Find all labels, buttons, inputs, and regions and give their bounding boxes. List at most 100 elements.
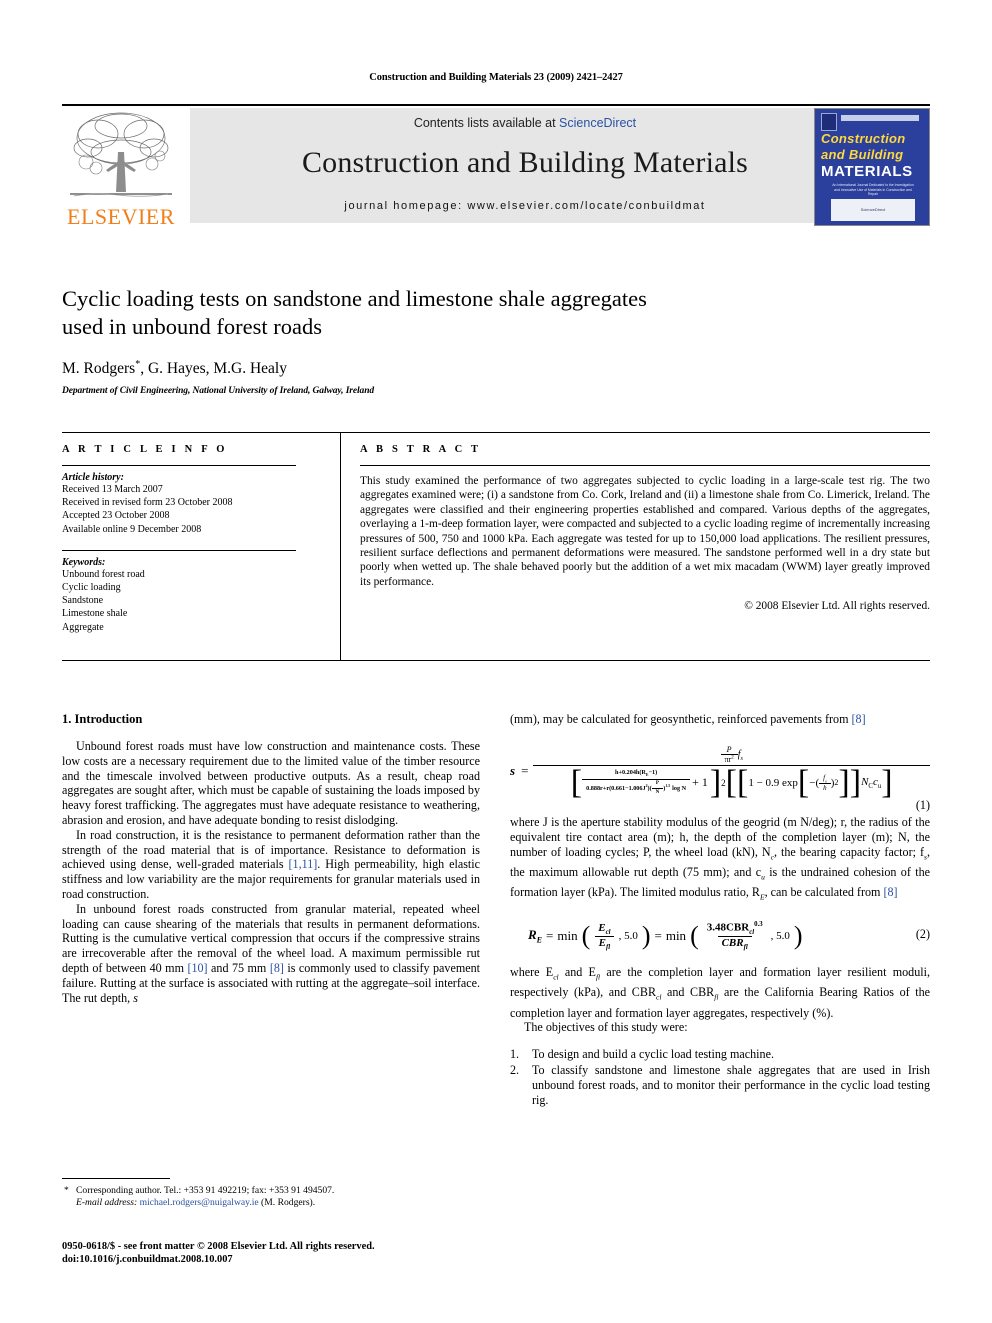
- eq2-f1-den-base: E: [598, 936, 607, 949]
- abstract-heading: A B S T R A C T: [360, 444, 482, 455]
- eq1-num-tail-sub: s: [740, 754, 743, 762]
- cover-footer-box: ScienceDirect: [831, 199, 915, 221]
- eq2-value-2: , 5.0: [770, 930, 790, 943]
- eq1-inner-bracket-close: ]: [849, 764, 862, 802]
- eq1-den-frac-num-a: h+0.204h(R: [615, 768, 646, 776]
- eq2-f1-num-sub: cl: [605, 928, 611, 936]
- equation-1-wrapper: s = P πr2 fs [ h+0.204h(RE−1) 0.888r+r(0…: [510, 745, 930, 812]
- email-link[interactable]: michael.rodgers@nuigalway.ie: [140, 1197, 259, 1208]
- eq1-right-bracket: ]: [709, 764, 722, 802]
- eq1-exp-bracket-open: [: [797, 764, 810, 802]
- sciencedirect-link[interactable]: ScienceDirect: [559, 116, 636, 130]
- footnote-rule: [62, 1178, 170, 1179]
- list-item: 1. To design and build a cyclic load test…: [510, 1047, 930, 1062]
- equation-2-wrapper: RE = min ( Ecl Efl , 5.0 ) = min ( 3.48C…: [510, 921, 930, 951]
- paragraph-part: and E: [558, 965, 596, 980]
- paragraph: In unbound forest roads constructed from…: [62, 902, 480, 1006]
- journal-homepage[interactable]: journal homepage: www.elsevier.com/locat…: [190, 200, 860, 212]
- paragraph: (mm), may be calculated for geosynthetic…: [510, 712, 930, 727]
- article-info-heading: A R T I C L E I N F O: [62, 444, 228, 455]
- paragraph-part: (mm), may be calculated for geosynthetic…: [510, 712, 852, 726]
- author-rest: , G. Hayes, M.G. Healy: [140, 360, 287, 378]
- journal-title: Construction and Building Materials: [301, 146, 749, 179]
- cover-blurb: An International Journal Dedicated to th…: [832, 183, 914, 197]
- eq1-main-fraction: P πr2 fs [ h+0.204h(RE−1) 0.888r+r(0.661…: [533, 745, 930, 802]
- running-head: Construction and Building Materials 23 (…: [369, 72, 623, 83]
- band-divider: [340, 432, 341, 661]
- cover-top-bar: [841, 115, 919, 121]
- paragraph: where Ecl and Efl are the completion lay…: [510, 965, 930, 1020]
- list-item-text: To design and build a cyclic load testin…: [532, 1047, 774, 1062]
- paragraph-part: where E: [510, 965, 554, 980]
- eq1-exp-bracket-close: ]: [838, 764, 850, 802]
- eq2-fraction-1: Ecl Efl: [594, 922, 615, 951]
- symbol-s: s: [133, 990, 138, 1005]
- eq2-equals-2: =: [654, 928, 662, 944]
- journal-masthead: ELSEVIER Contents lists available at Sci…: [62, 104, 930, 228]
- eq1-den-ratio-den: N: [651, 788, 664, 797]
- corresponding-author-text: Corresponding author. Tel.: +353 91 4922…: [76, 1185, 335, 1196]
- author-first: M. Rodgers: [62, 360, 136, 378]
- eq2-paren-open-1: (: [581, 920, 591, 950]
- equation-2-number: (2): [915, 927, 930, 942]
- eq1-fs-over-h: fs h: [819, 774, 831, 792]
- history-item: Received 13 March 2007: [62, 484, 163, 495]
- list-item: 2. To classify sandstone and limestone sh…: [510, 1063, 930, 1107]
- abstract-rule: [360, 465, 930, 466]
- elsevier-wordmark: ELSEVIER: [67, 204, 175, 228]
- abstract-column: A B S T R A C T This study examined the …: [360, 444, 930, 612]
- keyword-item: Cyclic loading: [62, 582, 121, 594]
- history-item: Available online 9 December 2008: [62, 523, 202, 535]
- email-label: E-mail address:: [76, 1197, 138, 1209]
- eq1-fs-den: h: [819, 783, 831, 792]
- keyword-item: Sandstone: [62, 595, 104, 607]
- list-marker: 2.: [510, 1063, 520, 1078]
- eq1-neg-open: −(: [809, 776, 820, 789]
- citation-ref[interactable]: [8]: [852, 712, 866, 726]
- title-line-2: used in unbound forest roads: [62, 314, 322, 339]
- article-info-rule: [62, 465, 296, 466]
- footnote-star: *: [64, 1185, 69, 1196]
- keywords-rule: [62, 549, 296, 551]
- cover-title-line3: MATERIALS: [821, 163, 913, 180]
- eq2-paren-open-2: (: [690, 920, 699, 950]
- eq1-exp-body: 1 − 0.9 exp: [748, 776, 798, 789]
- citation-ref[interactable]: [8]: [270, 961, 284, 975]
- citation-ref-8[interactable]: [8]: [883, 885, 897, 899]
- paragraph: Unbound forest roads must have low const…: [62, 739, 480, 827]
- citation-ref[interactable]: [10]: [187, 961, 207, 975]
- eq1-fs-num: fs: [819, 774, 831, 783]
- eq1-num-frac-den-exp: 2: [731, 755, 734, 761]
- eq1-numerator: P πr2 fs: [720, 745, 743, 765]
- journal-cover-thumbnail[interactable]: Construction and Building MATERIALS An I…: [814, 108, 930, 226]
- paragraph-part: , the bearing capacity factor; f: [773, 844, 925, 859]
- eq2-f2-num-base: 3.48CBR: [706, 921, 750, 934]
- eq2-f2-num: 3.48CBRcl0.3: [703, 921, 767, 936]
- cover-elsevier-mark-icon: [821, 113, 837, 131]
- abstract-text: This study examined the performance of t…: [360, 475, 930, 588]
- email-note: E-mail address: michael.rodgers@nuigalwa…: [62, 1197, 480, 1209]
- eq1-den-ratio: PN: [651, 780, 664, 797]
- footnote-block: * Corresponding author. Tel.: +353 91 492…: [62, 1178, 480, 1210]
- eq2-f2-den: CBRfl: [717, 936, 752, 951]
- eq1-den-fraction: h+0.204h(RE−1) 0.888r+r(0.661−1.006J2)(P…: [582, 768, 691, 797]
- eq1-plus-one: + 1: [692, 775, 708, 790]
- paper-page: Construction and Building Materials 23 (…: [0, 0, 992, 1323]
- cover-title-line2: and Building: [821, 147, 904, 162]
- keyword-item: Unbound forest road: [62, 568, 145, 580]
- eq1-left-bracket: [: [570, 764, 583, 802]
- history-item: Received in revised form 23 October 2008: [62, 497, 233, 509]
- eq2-paren-close-1: ): [641, 920, 651, 950]
- body-column-left: 1. Introduction Unbound forest roads mus…: [62, 712, 480, 1005]
- paragraph-part: and 75 mm: [207, 960, 270, 975]
- eq1-inner-bracket-open: [: [736, 764, 749, 802]
- eq2-f2-num-exp: 0.3: [754, 921, 763, 929]
- citation-ref[interactable]: [1,11]: [289, 857, 318, 871]
- page-title: Cyclic loading tests on sandstone and li…: [62, 285, 930, 341]
- eq1-den-ratio-num: P: [655, 781, 659, 787]
- body-column-right: (mm), may be calculated for geosynthetic…: [510, 712, 930, 1108]
- title-block: Cyclic loading tests on sandstone and li…: [62, 285, 930, 396]
- eq2-f2-den-base: CBR: [721, 937, 744, 950]
- elsevier-tree-icon: [70, 112, 172, 197]
- imprint-block: 0950-0618/$ - see front matter © 2008 El…: [62, 1240, 492, 1266]
